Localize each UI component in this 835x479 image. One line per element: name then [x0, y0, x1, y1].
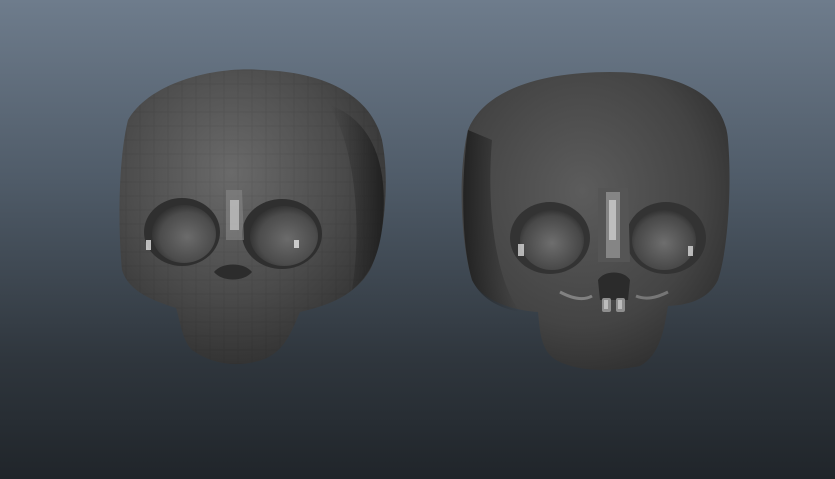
- smooth-skull-nose: [598, 272, 630, 300]
- smooth-skull-model[interactable]: [0, 0, 835, 479]
- 3d-viewport[interactable]: [0, 0, 835, 479]
